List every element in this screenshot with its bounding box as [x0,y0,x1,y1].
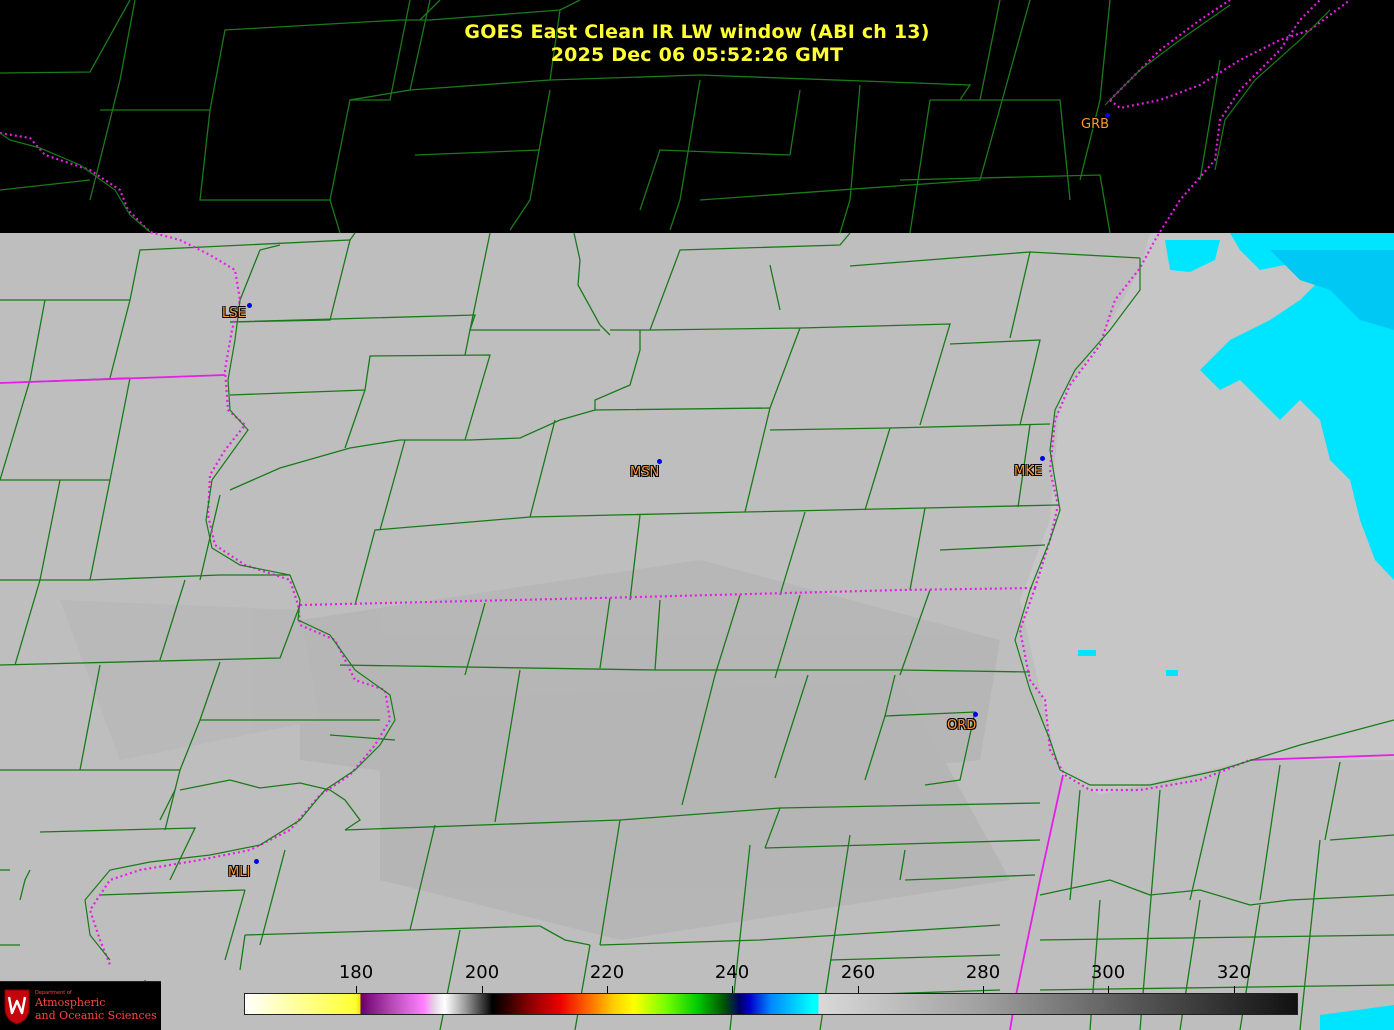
logo-title-line1: Atmospheric [35,996,106,1009]
colorbar-tickmark [607,986,608,993]
station-label-lse: LSE [222,306,246,321]
station-dot-msn [657,459,662,464]
colorbar-tick-320: 320 [1216,962,1252,983]
colorbar-tick-240: 240 [714,962,750,983]
colorbar-tickmark [858,986,859,993]
station-label-mke: MKE [1014,464,1042,479]
station-label-ord: ORD [947,718,977,733]
colorbar-tick-260: 260 [840,962,876,983]
station-dot-mke [1040,456,1045,461]
colorbar-tickmark [482,986,483,993]
colorbar-tickmark [983,986,984,993]
colorbar-tickmark [732,986,733,993]
station-dot-ord [973,712,978,717]
image-title: GOES East Clean IR LW window (ABI ch 13) [464,21,930,43]
image-timestamp: 2025 Dec 06 05:52:26 GMT [550,44,844,66]
logo-title-line2: and Oceanic Sciences [35,1009,157,1022]
temperature-colorbar [244,993,1298,1015]
station-label-msn: MSN [630,465,660,480]
station-dot-lse [247,303,252,308]
colorbar-tick-280: 280 [965,962,1001,983]
satellite-map [0,0,1394,1030]
station-label-grb: GRB [1081,117,1110,132]
colorbar-tickmark [1234,986,1235,993]
station-dot-mli [254,859,259,864]
colorbar-tick-220: 220 [589,962,625,983]
colorbar-tick-180: 180 [338,962,374,983]
satellite-image-viewer: GOES East Clean IR LW window (ABI ch 13)… [0,0,1394,1030]
colorbar-tick-200: 200 [464,962,500,983]
uw-crest-icon [4,989,30,1025]
station-label-mli: MLI [228,865,251,880]
colorbar-tickmark [356,986,357,993]
colorbar-tick-300: 300 [1090,962,1126,983]
aos-logo: Department of Atmospheric and Oceanic Sc… [0,981,161,1030]
colorbar-tickmark [1108,986,1109,993]
